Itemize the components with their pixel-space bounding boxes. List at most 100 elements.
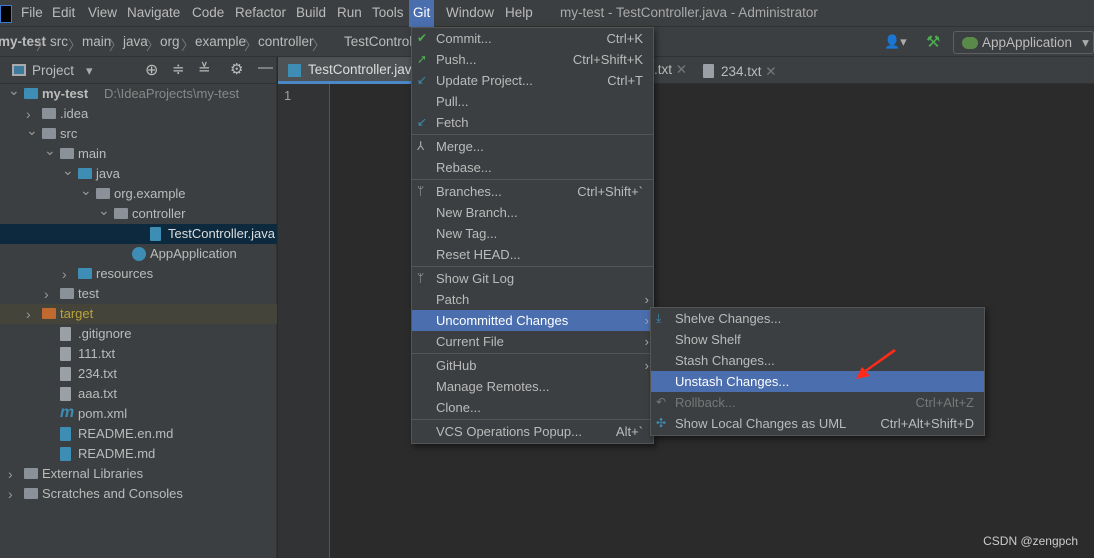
menu-item-commit[interactable]: ✔ Commit... Ctrl+K xyxy=(412,28,653,49)
menu-item-github[interactable]: GitHub › xyxy=(412,355,653,376)
menu-item-reset-head[interactable]: Reset HEAD... xyxy=(412,244,653,265)
expand-all-icon[interactable]: ≑ xyxy=(172,60,185,78)
tree-item-org-example[interactable]: ⌄ org.example xyxy=(0,182,277,204)
tree-item-java[interactable]: ⌄ java xyxy=(0,162,277,184)
chevron-down-icon[interactable]: ⌄ xyxy=(8,80,20,100)
menu-build[interactable]: Build xyxy=(296,5,326,20)
hide-icon[interactable]: — xyxy=(258,59,273,76)
tree-item-resources[interactable]: › resources xyxy=(0,264,277,284)
chevron-down-icon[interactable]: ⌄ xyxy=(62,160,74,180)
chevron-right-icon[interactable]: › xyxy=(8,464,13,484)
breadcrumb-controller[interactable]: controller xyxy=(258,34,314,49)
menu-item-merge[interactable]: ⅄ Merge... xyxy=(412,136,653,157)
tree-item-aaa-txt[interactable]: aaa.txt xyxy=(0,384,277,404)
collapse-all-icon[interactable]: ≚ xyxy=(198,60,211,78)
project-panel-header: Project ▾ ⊕ ≑ ≚ ⚙ — xyxy=(0,57,277,84)
tree-item-234-txt[interactable]: 234.txt xyxy=(0,364,277,384)
menu-edit[interactable]: Edit xyxy=(52,5,75,20)
menu-item-stash-changes[interactable]: Stash Changes... xyxy=(651,350,984,371)
vcs-user-icon[interactable]: 👤▾ xyxy=(884,34,907,50)
breadcrumb-org[interactable]: org xyxy=(160,34,180,49)
tree-item-scratches-and-consoles[interactable]: › Scratches and Consoles xyxy=(0,484,277,504)
menu-item-show-local-changes-as-uml[interactable]: ✣ Show Local Changes as UML Ctrl+Alt+Shift… xyxy=(651,413,984,434)
project-view-selector[interactable]: Project xyxy=(32,63,74,78)
tree-item-controller[interactable]: ⌄ controller xyxy=(0,202,277,224)
close-icon[interactable]: ✕ xyxy=(765,64,776,79)
menu-item-new-branch[interactable]: New Branch... xyxy=(412,202,653,223)
tree-item-pom-xml[interactable]: m pom.xml xyxy=(0,404,277,424)
menu-window[interactable]: Window xyxy=(446,5,494,20)
menu-item-show-shelf[interactable]: Show Shelf xyxy=(651,329,984,350)
breadcrumb-example[interactable]: example xyxy=(195,34,246,49)
tree-item-label: README.en.md xyxy=(78,426,174,441)
chevron-down-icon[interactable]: ⌄ xyxy=(44,140,56,160)
menu-item-patch[interactable]: Patch › xyxy=(412,289,653,310)
tree-item-label: my-test xyxy=(42,86,89,101)
menu-item-uncommitted-changes[interactable]: Uncommitted Changes › xyxy=(412,310,653,331)
tree-item-src[interactable]: ⌄ src xyxy=(0,122,277,144)
menu-item-unstash-changes[interactable]: Unstash Changes... xyxy=(651,371,984,392)
build-hammer-icon[interactable]: ⚒ xyxy=(926,32,940,52)
tree-item-target[interactable]: › target xyxy=(0,304,277,324)
chevron-right-icon[interactable]: › xyxy=(44,284,49,304)
gear-icon[interactable]: ⚙ xyxy=(230,60,243,78)
menu-item-show-git-log[interactable]: ᛘ Show Git Log xyxy=(412,268,653,289)
breadcrumb-java[interactable]: java xyxy=(123,34,148,49)
menu-item-update-project[interactable]: ↙ Update Project... Ctrl+T xyxy=(412,70,653,91)
menu-item-shelve-changes[interactable]: ⤓ Shelve Changes... xyxy=(651,308,984,329)
menu-item-label: Branches... xyxy=(436,184,502,199)
chevron-down-icon[interactable]: ⌄ xyxy=(80,180,92,200)
tree-item-testcontroller-java[interactable]: TestController.java xyxy=(0,224,277,244)
menu-item-branches[interactable]: ᛘ Branches... Ctrl+Shift+` xyxy=(412,181,653,202)
menu-item-new-tag[interactable]: New Tag... xyxy=(412,223,653,244)
tree-item-main[interactable]: ⌄ main xyxy=(0,142,277,164)
tab-testcontroller[interactable]: TestController.java xyxy=(278,57,419,84)
markdown-file-icon xyxy=(60,447,71,461)
tree-item-my-test[interactable]: ⌄ my-test D:\IdeaProjects\my-test xyxy=(0,82,277,104)
breadcrumb-separator: 〉 xyxy=(312,38,326,53)
menu-code[interactable]: Code xyxy=(192,5,224,20)
menu-item-label: Show Local Changes as UML xyxy=(675,416,847,431)
tree-item-readme-md[interactable]: README.md xyxy=(0,444,277,464)
menu-refactor[interactable]: Refactor xyxy=(235,5,286,20)
chevron-down-icon[interactable]: ⌄ xyxy=(26,120,38,140)
tab-234-txt[interactable]: 234.txt ✕ xyxy=(703,62,777,80)
menu-tools[interactable]: Tools xyxy=(372,5,404,20)
tab-txt[interactable]: .txt ✕ xyxy=(654,62,687,78)
menu-view[interactable]: View xyxy=(88,5,117,20)
menu-item-clone[interactable]: Clone... xyxy=(412,397,653,418)
tree-item-111-txt[interactable]: 111.txt xyxy=(0,344,277,364)
menu-item-rollback[interactable]: ↶ Rollback... Ctrl+Alt+Z xyxy=(651,392,984,413)
menu-item-current-file[interactable]: Current File › xyxy=(412,331,653,352)
source-folder-icon xyxy=(78,168,92,179)
breadcrumb-main[interactable]: main xyxy=(82,34,111,49)
menu-item-manage-remotes[interactable]: Manage Remotes... xyxy=(412,376,653,397)
menu-item-pull[interactable]: Pull... xyxy=(412,91,653,112)
menu-item-push[interactable]: ➚ Push... Ctrl+Shift+K xyxy=(412,49,653,70)
menu-file[interactable]: File xyxy=(21,5,43,20)
menu-navigate[interactable]: Navigate xyxy=(127,5,180,20)
menu-item-vcs-operations-popup[interactable]: VCS Operations Popup... Alt+` xyxy=(412,421,653,442)
menu-item-label: Fetch xyxy=(436,115,469,130)
chevron-down-icon[interactable]: ⌄ xyxy=(98,200,110,220)
run-configuration-select[interactable]: AppApplication ▾ xyxy=(953,31,1094,54)
menu-item-fetch[interactable]: ↙ Fetch xyxy=(412,112,653,133)
chevron-down-icon[interactable]: ▾ xyxy=(86,63,93,79)
tree-item-external-libraries[interactable]: › External Libraries xyxy=(0,464,277,484)
tree-item-test[interactable]: › test xyxy=(0,284,277,304)
breadcrumb-src[interactable]: src xyxy=(50,34,68,49)
tree-item-readme-en-md[interactable]: README.en.md xyxy=(0,424,277,444)
tree-item-idea[interactable]: › .idea xyxy=(0,104,277,124)
tree-item-gitignore[interactable]: .gitignore xyxy=(0,324,277,344)
menu-git[interactable]: Git xyxy=(409,0,435,27)
close-icon[interactable]: ✕ xyxy=(676,62,687,77)
menu-item-rebase[interactable]: Rebase... xyxy=(412,157,653,178)
tab-label: .txt xyxy=(654,62,673,77)
menu-run[interactable]: Run xyxy=(337,5,362,20)
menu-help[interactable]: Help xyxy=(505,5,533,20)
chevron-right-icon[interactable]: › xyxy=(8,484,13,504)
chevron-right-icon[interactable]: › xyxy=(26,304,31,324)
locate-icon[interactable]: ⊕ xyxy=(145,60,158,80)
chevron-right-icon[interactable]: › xyxy=(62,264,67,284)
tree-item-appapplication[interactable]: AppApplication xyxy=(0,244,277,264)
